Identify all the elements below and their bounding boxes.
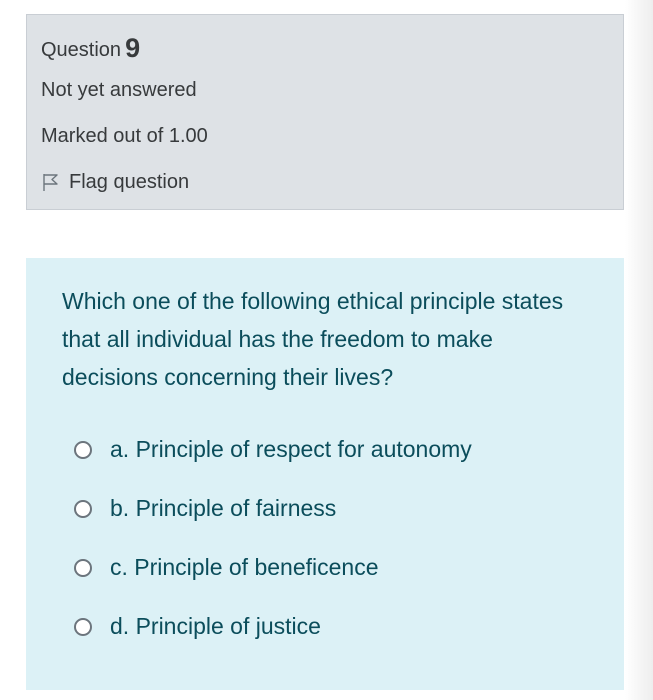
- question-info-panel: Question 9 Not yet answered Marked out of…: [26, 14, 624, 210]
- question-number: 9: [125, 33, 141, 63]
- question-grade: Marked out of 1.00: [41, 125, 208, 147]
- answer-label-d[interactable]: d. Principle of justice: [110, 613, 321, 640]
- radio-button-b[interactable]: [74, 499, 92, 518]
- flag-question-button[interactable]: Flag question: [41, 169, 189, 195]
- answer-label-c[interactable]: c. Principle of beneficence: [110, 554, 379, 581]
- answer-label-b[interactable]: b. Principle of fairness: [110, 495, 336, 522]
- flag-icon: [43, 174, 58, 191]
- page-edge-shadow: [625, 0, 653, 700]
- flag-question-label: Flag question: [69, 170, 190, 193]
- quiz-page: Question 9 Not yet answered Marked out of…: [0, 0, 653, 700]
- radio-button-c[interactable]: [74, 558, 92, 577]
- question-text: Which one of the following ethical princ…: [62, 288, 564, 390]
- question-state: Not yet answered: [41, 79, 197, 101]
- question-content-panel: Which one of the following ethical princ…: [26, 258, 624, 690]
- answer-option-b[interactable]: b. Principle of fairness: [74, 495, 336, 522]
- answer-label-a[interactable]: a. Principle of respect for autonomy: [110, 436, 472, 463]
- question-label: Question: [41, 39, 122, 61]
- answer-option-d[interactable]: d. Principle of justice: [74, 613, 321, 640]
- answer-option-c[interactable]: c. Principle of beneficence: [74, 554, 379, 581]
- question-heading: Question 9: [41, 33, 140, 64]
- radio-button-d[interactable]: [74, 617, 92, 636]
- answer-option-a[interactable]: a. Principle of respect for autonomy: [74, 436, 472, 463]
- radio-button-a[interactable]: [74, 440, 92, 459]
